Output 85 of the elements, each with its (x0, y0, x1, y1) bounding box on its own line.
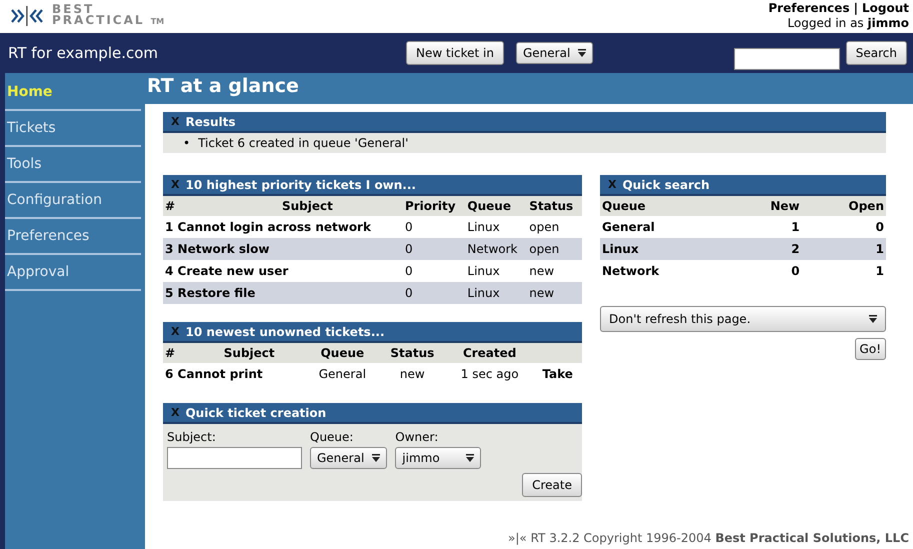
column-header: # (163, 196, 212, 216)
box-title-text: Results (185, 114, 236, 128)
go-button[interactable]: Go! (854, 338, 886, 360)
table-cell: 1 (730, 216, 802, 238)
sidebar-item[interactable]: Preferences (5, 219, 141, 255)
column-header: Subject (192, 343, 306, 363)
dropdown-arrow-icon (372, 454, 380, 462)
queue-link[interactable]: General (600, 216, 731, 238)
field-label: Subject: (167, 430, 217, 444)
search-field[interactable] (734, 48, 840, 70)
column-header: Subject (212, 196, 403, 216)
copyright-text: »|« RT 3.2.2 Copyright 1996-2004 Best Practical Solutions, LLC (507, 531, 909, 545)
queue-link[interactable]: Network (600, 260, 731, 282)
table-cell: new (527, 282, 582, 304)
create-button[interactable]: Create (522, 473, 582, 497)
logo-text: PRACTICAL (52, 13, 145, 27)
queue-select[interactable]: General (516, 42, 594, 64)
column-header: Priority (402, 196, 466, 216)
table-cell: new (378, 363, 446, 385)
subject-field[interactable] (167, 447, 302, 469)
table-cell: Linux (465, 216, 528, 238)
box-title-text: Quick ticket creation (185, 406, 326, 420)
sidebar-item[interactable]: Tools (5, 147, 141, 183)
table-cell: new (527, 260, 582, 282)
table-cell: 0 (402, 260, 466, 282)
queue-select[interactable]: General (310, 447, 388, 469)
field-label: Queue: (310, 430, 354, 444)
table-cell: 0 (730, 260, 802, 282)
ticket-subject[interactable]: 3 Network slow (163, 238, 403, 260)
logged-in-label: Logged in as (787, 16, 864, 30)
ticket-subject[interactable]: 6 Cannot print (163, 363, 306, 385)
sidebar-item[interactable]: Approval (5, 255, 141, 291)
sidebar-item[interactable]: Home (5, 75, 141, 111)
table-cell: 0 (402, 282, 466, 304)
ticket-subject[interactable]: 1 Cannot login across network (163, 216, 403, 238)
column-header: New (730, 196, 802, 216)
table-cell: Linux (465, 260, 528, 282)
table-cell: 0 (402, 238, 466, 260)
trademark: TM (150, 17, 164, 26)
page-title: RT at a glance (145, 73, 913, 104)
table-cell: open (527, 238, 582, 260)
table-cell: 0 (402, 216, 466, 238)
take-link[interactable]: Take (533, 363, 582, 385)
column-header: Created (446, 343, 534, 363)
header-link[interactable]: Preferences (768, 1, 850, 16)
field-label: Owner: (395, 430, 440, 444)
username: jimmo (868, 16, 909, 30)
table-cell: 1 sec ago (446, 363, 534, 385)
queue-link[interactable]: Linux (600, 238, 731, 260)
ticket-subject[interactable]: 5 Restore file (163, 282, 403, 304)
site-name: RT for example.com (8, 44, 160, 62)
logo-icon (10, 4, 44, 26)
sidebar-item[interactable]: Configuration (5, 183, 141, 219)
column-header: Open (802, 196, 886, 216)
box-title-text: 10 newest unowned tickets... (185, 324, 385, 338)
table-cell: 1 (802, 238, 886, 260)
box-title-text: Quick search (622, 178, 710, 192)
column-header: Queue (600, 196, 731, 216)
sidebar-item[interactable]: Tickets (5, 111, 141, 147)
column-header: Queue (465, 196, 528, 216)
table-cell: 0 (802, 216, 886, 238)
table-cell: 2 (730, 238, 802, 260)
column-header: Queue (306, 343, 379, 363)
logo-text: BEST (52, 4, 94, 15)
table-cell: Network (465, 238, 528, 260)
column-header: Status (527, 196, 582, 216)
result-message: Ticket 6 created in queue 'General' (198, 136, 408, 150)
table-cell: open (527, 216, 582, 238)
dropdown-arrow-icon (466, 454, 474, 462)
table-cell: Linux (465, 282, 528, 304)
column-header: # (163, 343, 192, 363)
dropdown-arrow-icon (578, 48, 586, 58)
new-ticket-button[interactable]: New ticket in (406, 41, 504, 65)
table-cell: General (306, 363, 379, 385)
column-header: Status (378, 343, 446, 363)
dropdown-arrow-icon (869, 314, 877, 324)
bullet: • (183, 136, 190, 150)
search-button[interactable]: Search (846, 41, 907, 65)
table-cell: 1 (802, 260, 886, 282)
header-link[interactable]: Logout (862, 1, 909, 16)
box-title-text: 10 highest priority tickets I own... (185, 178, 416, 192)
refresh-select[interactable]: Don't refresh this page. (600, 306, 886, 332)
separator: | (854, 1, 858, 16)
owner-select[interactable]: jimmo (395, 447, 481, 469)
ticket-subject[interactable]: 4 Create new user (163, 260, 403, 282)
